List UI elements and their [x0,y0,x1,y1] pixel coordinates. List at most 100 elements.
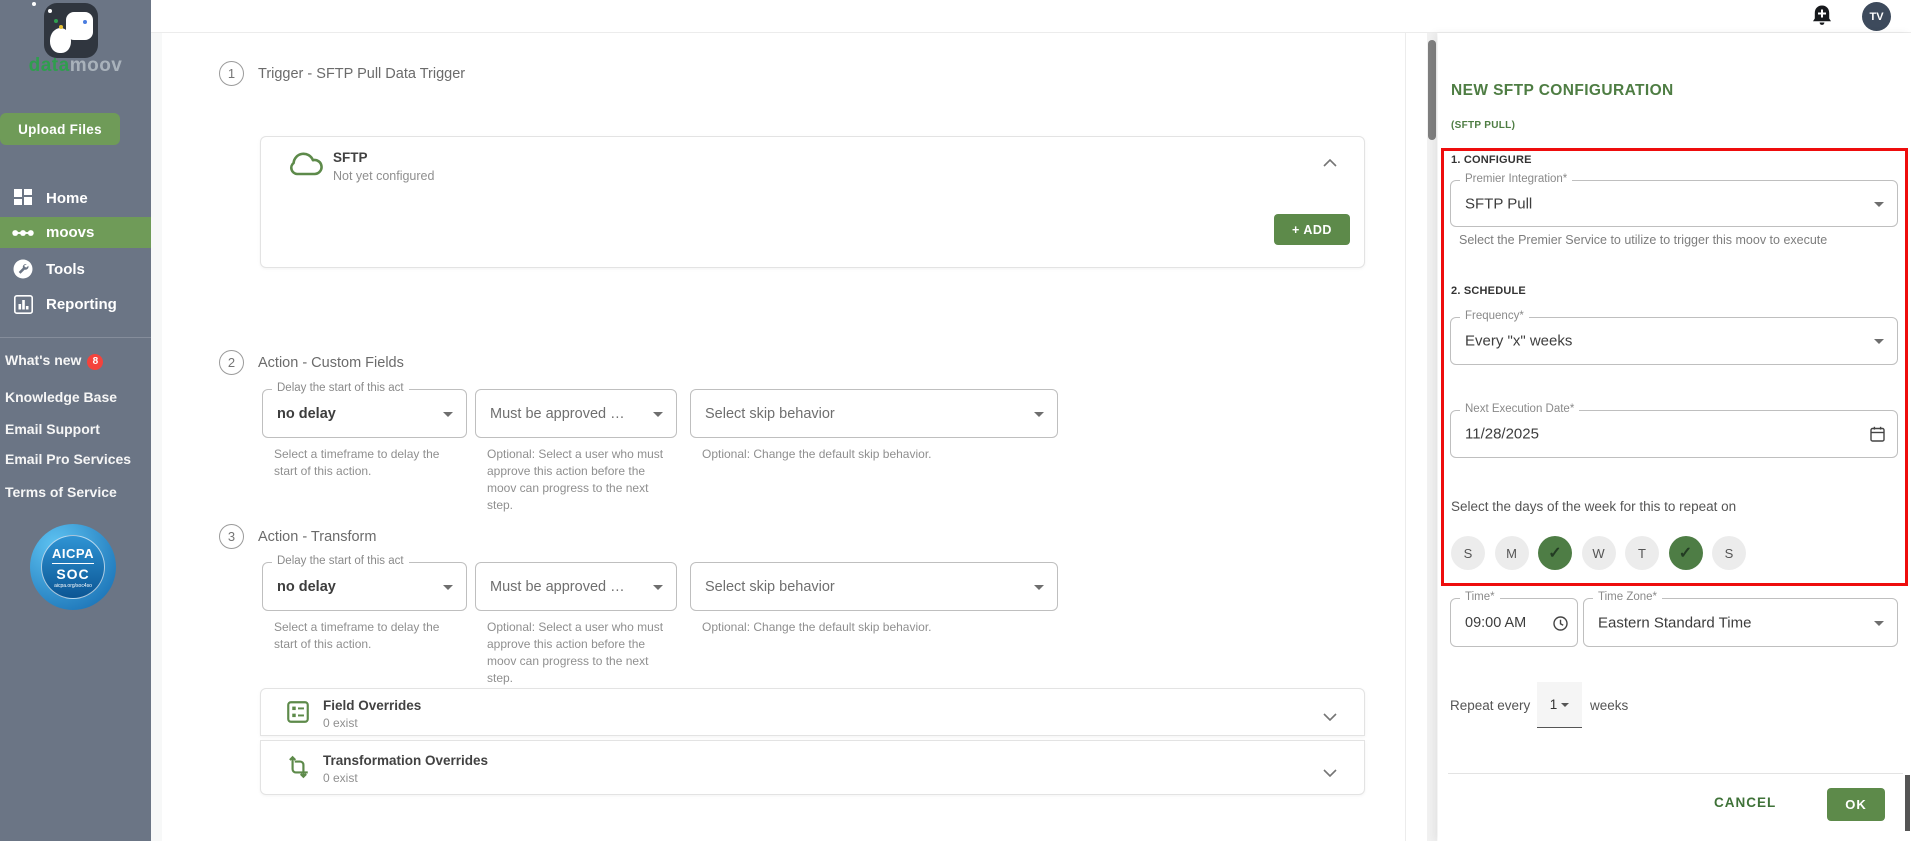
sidebar-link-whats-new[interactable]: What's new 8 [5,352,104,370]
timezone-select[interactable]: Time Zone* Eastern Standard Time [1583,591,1898,647]
sidebar-divider [0,337,151,338]
chevron-down-icon [1034,584,1044,590]
aicpa-soc-seal: AICPA SOC aicpa.org/soc4so [30,524,116,610]
configure-section-heading: 1. CONFIGURE [1451,154,1532,166]
wrench-icon [12,259,34,279]
step-3-number: 3 [219,524,244,549]
vertical-scrollbar-thumb[interactable] [1428,40,1436,140]
chevron-down-icon [1874,620,1884,626]
chevron-down-icon[interactable] [1323,764,1337,782]
aicpa-soc-seal-inner: AICPA SOC aicpa.org/soc4so [41,535,105,599]
frequency-select[interactable]: Frequency* Every "x" weeks [1450,310,1898,365]
sidebar-item-label: moovs [46,224,95,241]
window-scrollbar-thumb[interactable] [1905,775,1910,831]
day-toggle-saturday[interactable]: S [1712,536,1746,570]
approver-select[interactable]: Must be approved … [475,562,677,611]
chevron-down-icon [653,411,663,417]
drawer-subtitle: (SFTP PULL) [1451,120,1516,131]
notification-add-bell-icon[interactable] [1810,4,1834,30]
next-execution-date-label: Next Execution Date* [1460,403,1580,415]
schedule-section-heading: 2. SCHEDULE [1451,285,1526,297]
field-overrides-expander[interactable]: Field Overrides 0 exist [260,688,1365,736]
delay-helper-text: Select a timeframe to delay the start of… [274,620,440,651]
sidebar-item-tools[interactable]: Tools [0,254,151,284]
day-toggle-friday-selected[interactable]: ✓ [1668,536,1703,570]
chevron-down-icon[interactable] [1323,708,1337,726]
premier-integration-select[interactable]: Premier Integration* SFTP Pull [1450,173,1898,227]
skip-behavior-placeholder: Select skip behavior [705,578,835,595]
delay-select-value: no delay [277,405,336,422]
timezone-label: Time Zone* [1593,591,1663,603]
delay-select[interactable]: Delay the start of this act no delay [262,382,467,438]
vertical-scrollbar-track[interactable] [1427,33,1437,841]
seal-line3: aicpa.org/soc4so [54,582,92,589]
time-input[interactable]: Time* 09:00 AM [1450,591,1578,647]
time-label: Time* [1460,591,1500,603]
repeat-weeks-value: 1 [1549,697,1558,712]
link-label: What's new [5,352,82,368]
sidebar-link-terms-of-service[interactable]: Terms of Service [5,484,117,500]
expander-subtitle: 0 exist [323,716,358,730]
day-toggle-thursday[interactable]: T [1625,536,1659,570]
logo-wordmark: datamoov [0,55,151,77]
delay-select[interactable]: Delay the start of this act no delay [262,555,467,611]
day-toggle-wednesday[interactable]: W [1581,536,1616,570]
step-2-title: Action - Custom Fields [258,355,404,371]
seal-divider [52,562,94,564]
next-execution-date-value: 11/28/2025 [1465,425,1539,443]
user-avatar[interactable]: TV [1862,2,1891,31]
cloud-icon [287,148,325,183]
step-2-number: 2 [219,350,244,375]
chevron-down-icon [443,584,453,590]
logo-dot [59,25,63,29]
clock-icon[interactable] [1553,616,1568,636]
sidebar: datamoov Upload Files Home moovs Tools R… [0,0,151,841]
repeat-every-label: Repeat every [1450,698,1531,713]
expander-title: Field Overrides [323,698,422,713]
frequency-label: Frequency* [1460,310,1529,322]
approver-helper-text: Optional: Select a user who must approve… [487,447,664,512]
ok-button[interactable]: OK [1827,788,1885,821]
bar-chart-icon [12,294,34,314]
transformation-overrides-expander[interactable]: Transformation Overrides 0 exist [260,740,1365,795]
skip-behavior-select[interactable]: Select skip behavior [690,389,1058,438]
sidebar-link-email-support[interactable]: Email Support [5,421,100,437]
upload-files-button[interactable]: Upload Files [0,113,120,145]
skip-behavior-select[interactable]: Select skip behavior [690,562,1058,611]
next-execution-date-input[interactable]: Next Execution Date* 11/28/2025 [1450,403,1898,458]
datamoov-logo-icon [32,2,98,58]
chevron-down-icon [1874,339,1884,344]
sidebar-item-moovs[interactable]: moovs [0,217,151,248]
home-icon [12,188,34,208]
whats-new-count-badge: 8 [87,354,104,370]
day-toggle-monday[interactable]: M [1494,536,1529,570]
sidebar-link-knowledge-base[interactable]: Knowledge Base [5,389,117,405]
sidebar-item-label: Home [46,189,88,207]
skip-helper-text: Optional: Change the default skip behavi… [702,620,932,634]
logo-blob [50,28,71,53]
expander-subtitle: 0 exist [323,771,358,785]
drawer-divider [1448,773,1903,774]
repeat-weeks-suffix: weeks [1590,698,1629,713]
step-3-title: Action - Transform [258,529,377,545]
approver-helper-text: Optional: Select a user who must approve… [487,620,664,685]
approver-select-placeholder: Must be approved … [490,578,625,595]
approver-select[interactable]: Must be approved … [475,389,677,438]
delay-select-label: Delay the start of this act [272,382,409,394]
approver-select-placeholder: Must be approved … [490,405,625,422]
sidebar-link-email-pro-services[interactable]: Email Pro Services [5,451,131,467]
sidebar-item-reporting[interactable]: Reporting [0,289,151,319]
time-value: 09:00 AM [1465,614,1527,631]
chevron-up-icon[interactable] [1323,154,1337,172]
seal-line1: AICPA [52,545,94,561]
repeat-weeks-select[interactable]: 1 [1537,682,1582,728]
day-toggle-tuesday-selected[interactable]: ✓ [1538,536,1572,570]
calendar-icon[interactable] [1870,426,1885,447]
sidebar-item-home[interactable]: Home [0,183,151,213]
chevron-down-icon [1561,702,1570,707]
main-right-edge [1405,33,1406,841]
app-root: datamoov Upload Files Home moovs Tools R… [0,0,1911,841]
cancel-button[interactable]: CANCEL [1714,795,1776,810]
day-toggle-sunday[interactable]: S [1451,536,1485,570]
add-button[interactable]: + ADD [1274,214,1350,245]
